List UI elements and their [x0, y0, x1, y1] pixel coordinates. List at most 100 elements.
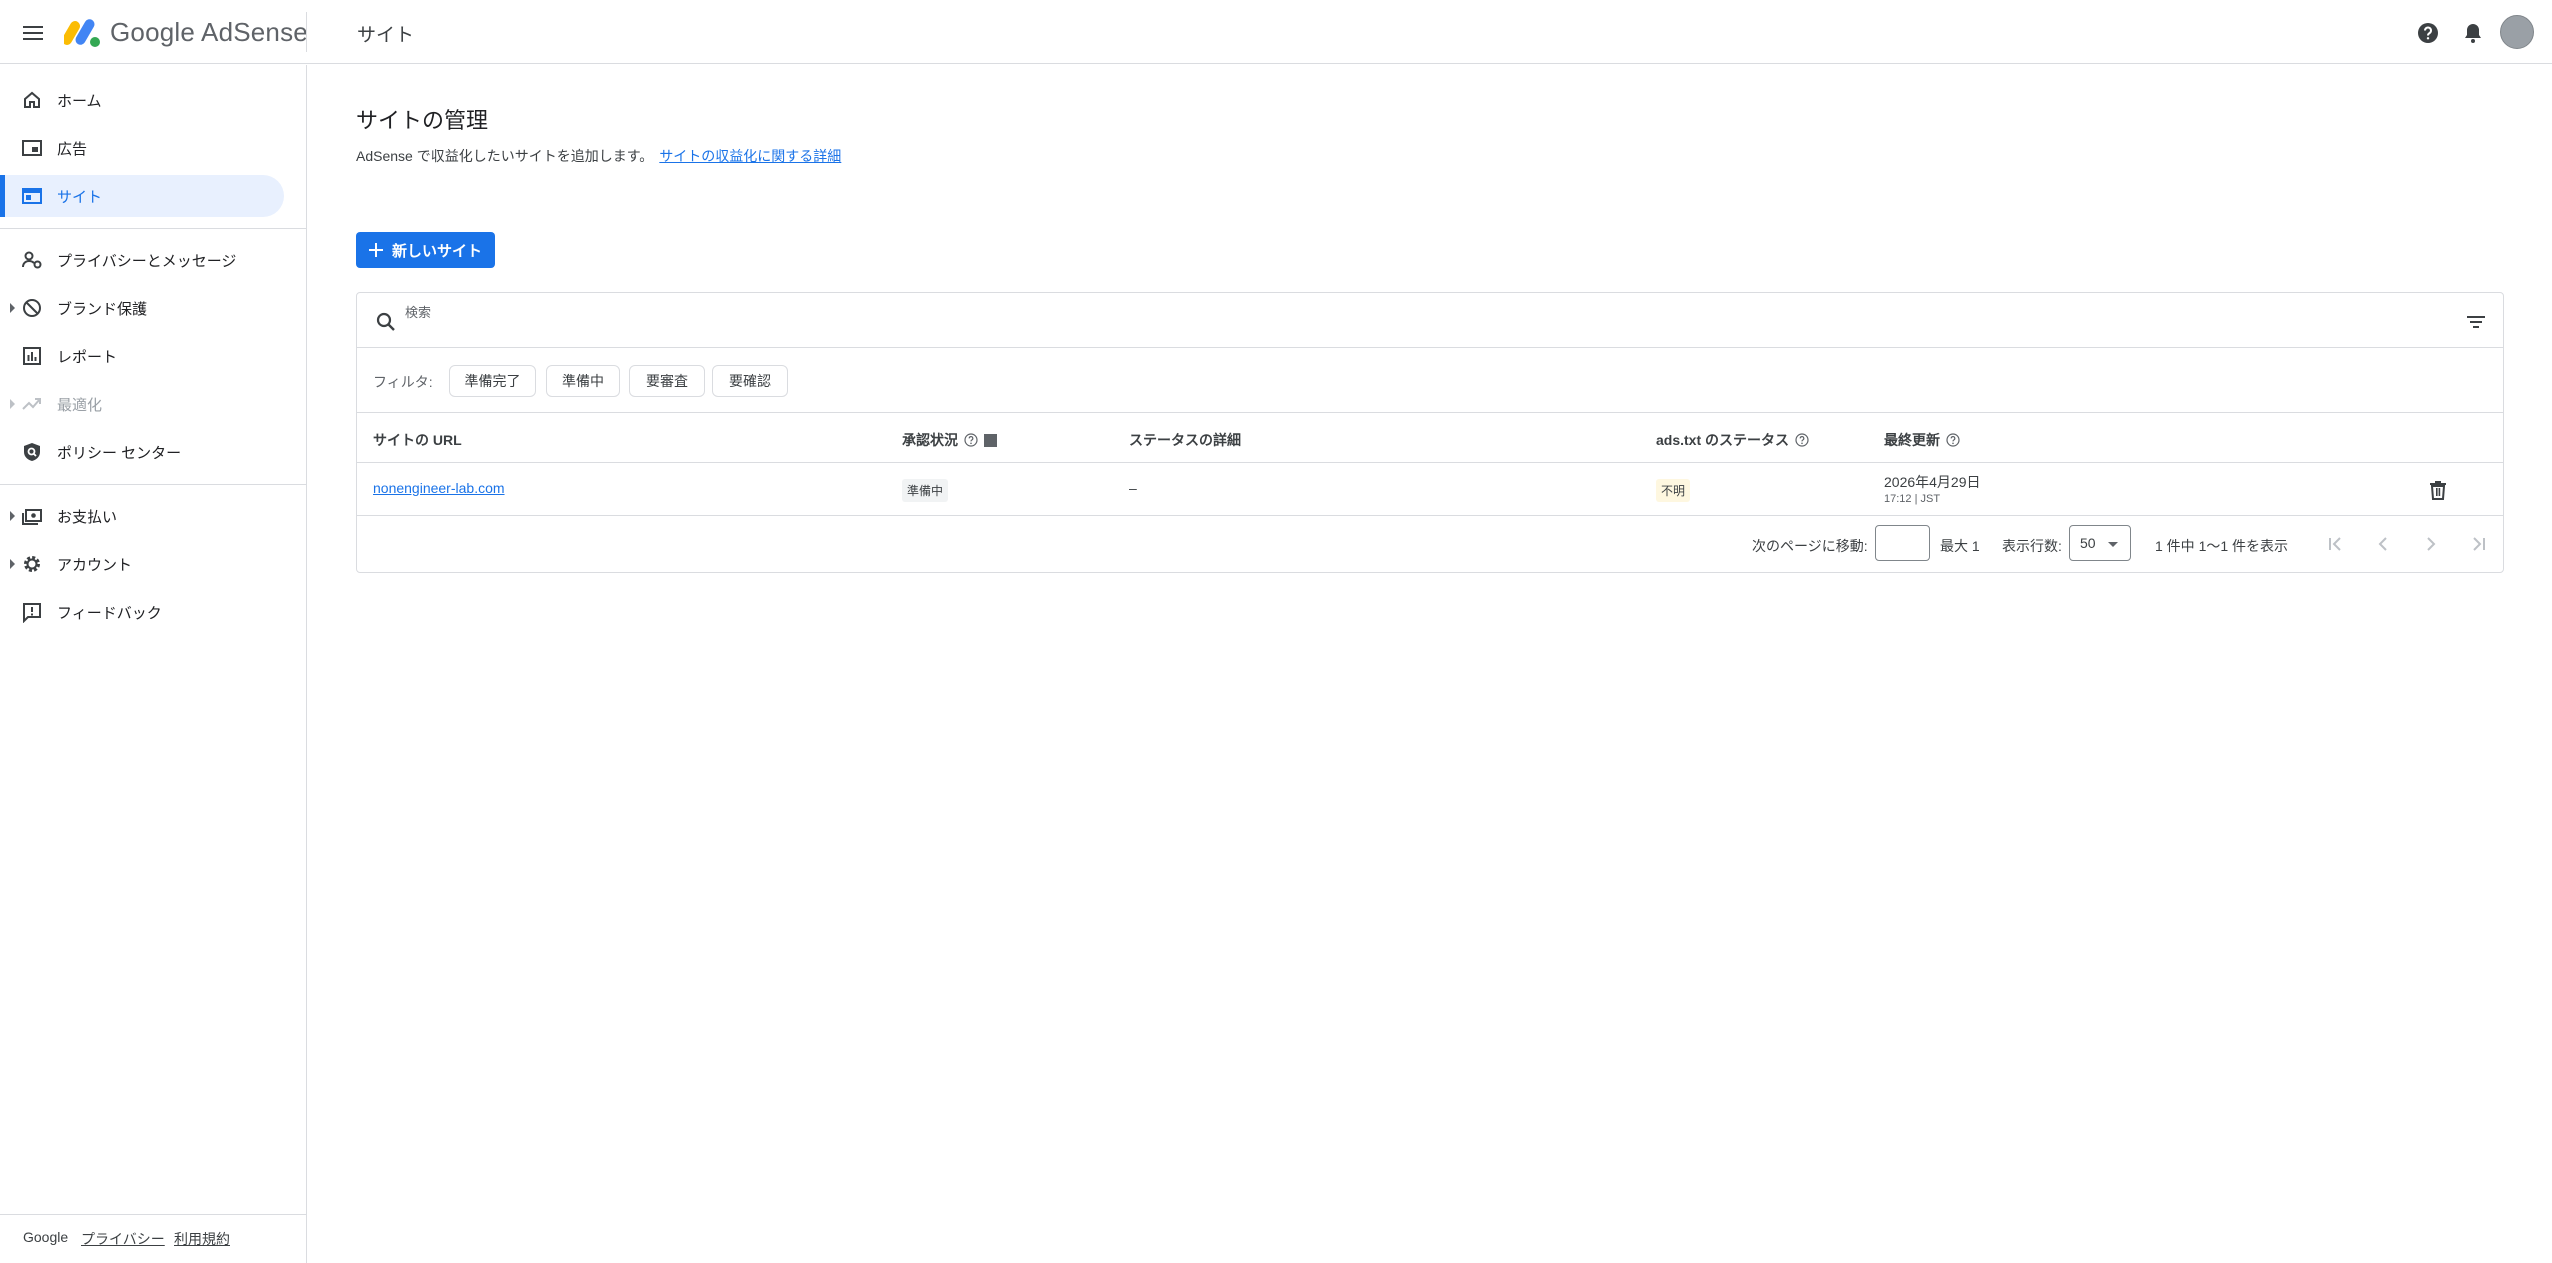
learn-more-link[interactable]: サイトの収益化に関する詳細	[659, 148, 841, 164]
column-header-status-detail[interactable]: ステータスの詳細	[1129, 430, 1241, 450]
page-description: AdSense で収益化したいサイトを追加します。 サイトの収益化に関する詳細	[356, 146, 841, 166]
delete-icon[interactable]	[2427, 479, 2449, 501]
rows-per-page-value: 50	[2080, 535, 2096, 551]
settings-icon	[24, 556, 40, 572]
sidebar-divider	[0, 484, 307, 485]
sidebar-item-feedback[interactable]: フィードバック	[0, 591, 284, 633]
sidebar-item-label: レポート	[57, 349, 118, 366]
column-header-approval[interactable]: 承認状況	[902, 430, 997, 450]
sidebar-item-label: サイト	[57, 189, 103, 206]
last-updated-time: 17:12 | JST	[1884, 493, 1941, 505]
column-header-ads-txt[interactable]: ads.txt のステータス	[1656, 430, 1809, 450]
approval-status-badge: 準備中	[902, 479, 949, 502]
column-header-label: ステータスの詳細	[1129, 432, 1241, 448]
goto-page-label: 次のページに移動:	[1752, 538, 1868, 554]
sidebar-item-ads[interactable]: 広告	[0, 127, 284, 169]
first-page-icon[interactable]	[2323, 532, 2347, 556]
sidebar-footer: Google プライバシー 利用規約	[0, 1214, 307, 1263]
sidebar-item-policy-center[interactable]: ポリシー センター	[0, 431, 284, 473]
expand-caret-icon	[10, 559, 15, 569]
column-header-url[interactable]: サイトの URL	[373, 430, 462, 450]
home-icon	[24, 91, 40, 108]
filter-list-icon[interactable]	[2465, 311, 2487, 333]
chip-needs-review[interactable]: 要審査	[629, 365, 705, 397]
terms-link[interactable]: 利用規約	[174, 1229, 230, 1249]
account-avatar[interactable]	[2500, 15, 2534, 49]
sidebar-item-optimization[interactable]: 最適化	[0, 383, 284, 425]
previous-page-icon[interactable]	[2371, 532, 2395, 556]
site-url-link[interactable]: nonengineer-lab.com	[373, 480, 505, 496]
sidebar-item-privacy-messaging[interactable]: プライバシーとメッセージ	[0, 239, 284, 281]
new-site-label: 新しいサイト	[392, 242, 483, 260]
payments-icon	[22, 509, 42, 525]
help-button[interactable]	[2413, 18, 2443, 48]
column-header-last-updated[interactable]: 最終更新	[1884, 430, 1960, 450]
page-heading: サイトの管理	[356, 108, 489, 133]
sidebar: ホーム 広告 サイト プライバシーとメッセージ ブランド保護 レポート 最適化 …	[0, 65, 307, 1263]
sidebar-item-label: ブランド保護	[57, 301, 148, 318]
sidebar-item-label: アカウント	[57, 557, 133, 574]
max-page-label: 最大 1	[1940, 538, 1980, 554]
rows-per-page-label: 表示行数:	[2002, 538, 2062, 554]
help-outline-icon[interactable]	[1946, 433, 1960, 447]
chip-preparing[interactable]: 準備中	[546, 365, 620, 397]
search-input[interactable]	[405, 301, 1005, 323]
sidebar-item-label: フィードバック	[57, 605, 162, 622]
notifications-button[interactable]	[2458, 18, 2488, 48]
adsense-logo-icon[interactable]	[64, 16, 102, 48]
sidebar-item-sites[interactable]: サイト	[0, 175, 284, 217]
filter-label: フィルタ:	[373, 374, 433, 390]
next-page-icon[interactable]	[2419, 532, 2443, 556]
expand-caret-icon	[10, 399, 15, 409]
bell-icon	[2465, 24, 2481, 43]
ads-txt-status-badge: 不明	[1656, 479, 1691, 502]
filter-chips-row: フィルタ: 準備完了 準備中 要審査 要確認	[357, 348, 2503, 413]
page-title: サイト	[357, 25, 415, 46]
goto-page-input[interactable]	[1875, 525, 1930, 561]
column-header-label: サイトの URL	[373, 432, 462, 448]
help-icon	[2418, 23, 2438, 43]
top-app-bar: Google AdSense サイト	[0, 0, 2552, 64]
search-icon	[376, 312, 395, 331]
rows-per-page-select[interactable]: 50	[2069, 525, 2131, 561]
reports-icon	[23, 347, 41, 365]
last-page-icon[interactable]	[2467, 532, 2491, 556]
sidebar-item-reports[interactable]: レポート	[0, 335, 284, 377]
table-row: nonengineer-lab.com 準備中 – 不明 2026年4月29日 …	[357, 463, 2503, 516]
column-header-label: 最終更新	[1884, 432, 1940, 448]
policy-shield-icon	[24, 443, 40, 461]
sidebar-item-label: ポリシー センター	[57, 445, 182, 462]
ads-icon	[22, 140, 42, 156]
header-divider	[306, 12, 307, 52]
privacy-link[interactable]: プライバシー	[81, 1229, 165, 1249]
status-detail: –	[1129, 480, 1137, 496]
sidebar-item-label: ホーム	[57, 93, 102, 110]
pagination-bar: 次のページに移動: 最大 1 表示行数: 50 1 件中 1〜1 件を表示	[357, 516, 2503, 572]
sidebar-item-label: 最適化	[57, 397, 103, 414]
help-outline-icon[interactable]	[1795, 433, 1809, 447]
sidebar-item-payments[interactable]: お支払い	[0, 495, 284, 537]
chip-ready[interactable]: 準備完了	[449, 365, 536, 397]
sidebar-item-label: 広告	[57, 141, 88, 158]
main-menu-button[interactable]	[18, 18, 48, 48]
chip-needs-attention[interactable]: 要確認	[712, 365, 788, 397]
sidebar-item-brand-safety[interactable]: ブランド保護	[0, 287, 284, 329]
sidebar-item-home[interactable]: ホーム	[0, 79, 284, 121]
sidebar-item-label: プライバシーとメッセージ	[57, 253, 237, 270]
search-bar	[357, 293, 2503, 348]
hamburger-menu-icon	[23, 26, 43, 40]
footer-google: Google	[23, 1229, 69, 1245]
privacy-messaging-icon	[22, 251, 42, 269]
last-updated-date: 2026年4月29日	[1884, 474, 1981, 490]
plus-icon	[369, 243, 383, 257]
help-outline-icon[interactable]	[964, 433, 978, 447]
column-header-label: 承認状況	[902, 432, 958, 448]
sidebar-item-account[interactable]: アカウント	[0, 543, 284, 585]
sites-table-card: フィルタ: 準備完了 準備中 要審査 要確認 サイトの URL 承認状況 ステー…	[356, 292, 2504, 573]
expand-caret-icon	[10, 511, 15, 521]
expand-caret-icon	[10, 303, 15, 313]
sidebar-divider	[0, 228, 307, 229]
new-site-button[interactable]: 新しいサイト	[356, 232, 495, 268]
dropdown-arrow-icon	[2108, 542, 2118, 547]
block-icon	[23, 299, 41, 317]
